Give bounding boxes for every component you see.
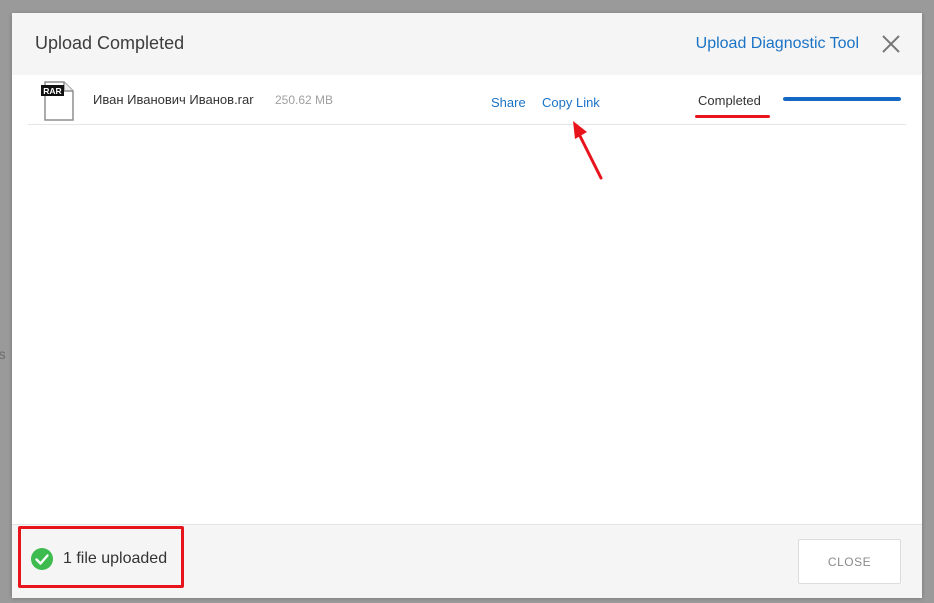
upload-diagnostic-tool-link[interactable]: Upload Diagnostic Tool bbox=[696, 35, 859, 53]
dialog-footer: 1 file uploaded CLOSE bbox=[12, 524, 922, 598]
copy-link[interactable]: Copy Link bbox=[542, 95, 600, 110]
upload-summary: 1 file uploaded bbox=[31, 547, 167, 571]
status-annotation-underline bbox=[695, 115, 770, 118]
check-circle-icon bbox=[31, 548, 53, 570]
file-name: Иван Иванович Иванов.rar bbox=[93, 92, 254, 107]
uploaded-file-row: RAR Иван Иванович Иванов.rar 250.62 MB S… bbox=[28, 75, 906, 125]
close-button[interactable]: CLOSE bbox=[798, 539, 901, 584]
upload-progress-fill bbox=[783, 97, 901, 101]
annotation-arrow-icon bbox=[573, 121, 603, 180]
file-size: 250.62 MB bbox=[275, 93, 334, 107]
upload-completed-dialog: Upload Completed Upload Diagnostic Tool … bbox=[12, 13, 922, 598]
rar-file-icon: RAR bbox=[41, 81, 74, 121]
files-uploaded-count: 1 file uploaded bbox=[63, 550, 168, 567]
dialog-header: Upload Completed Upload Diagnostic Tool bbox=[12, 13, 922, 75]
share-link[interactable]: Share bbox=[491, 95, 526, 110]
dialog-title: Upload Completed bbox=[35, 33, 185, 53]
file-type-badge: RAR bbox=[43, 86, 61, 96]
close-icon[interactable] bbox=[880, 33, 902, 55]
upload-status: Completed bbox=[698, 93, 761, 108]
backdrop-text-fragment: rs bbox=[0, 346, 6, 362]
upload-progress-bar bbox=[783, 97, 901, 101]
